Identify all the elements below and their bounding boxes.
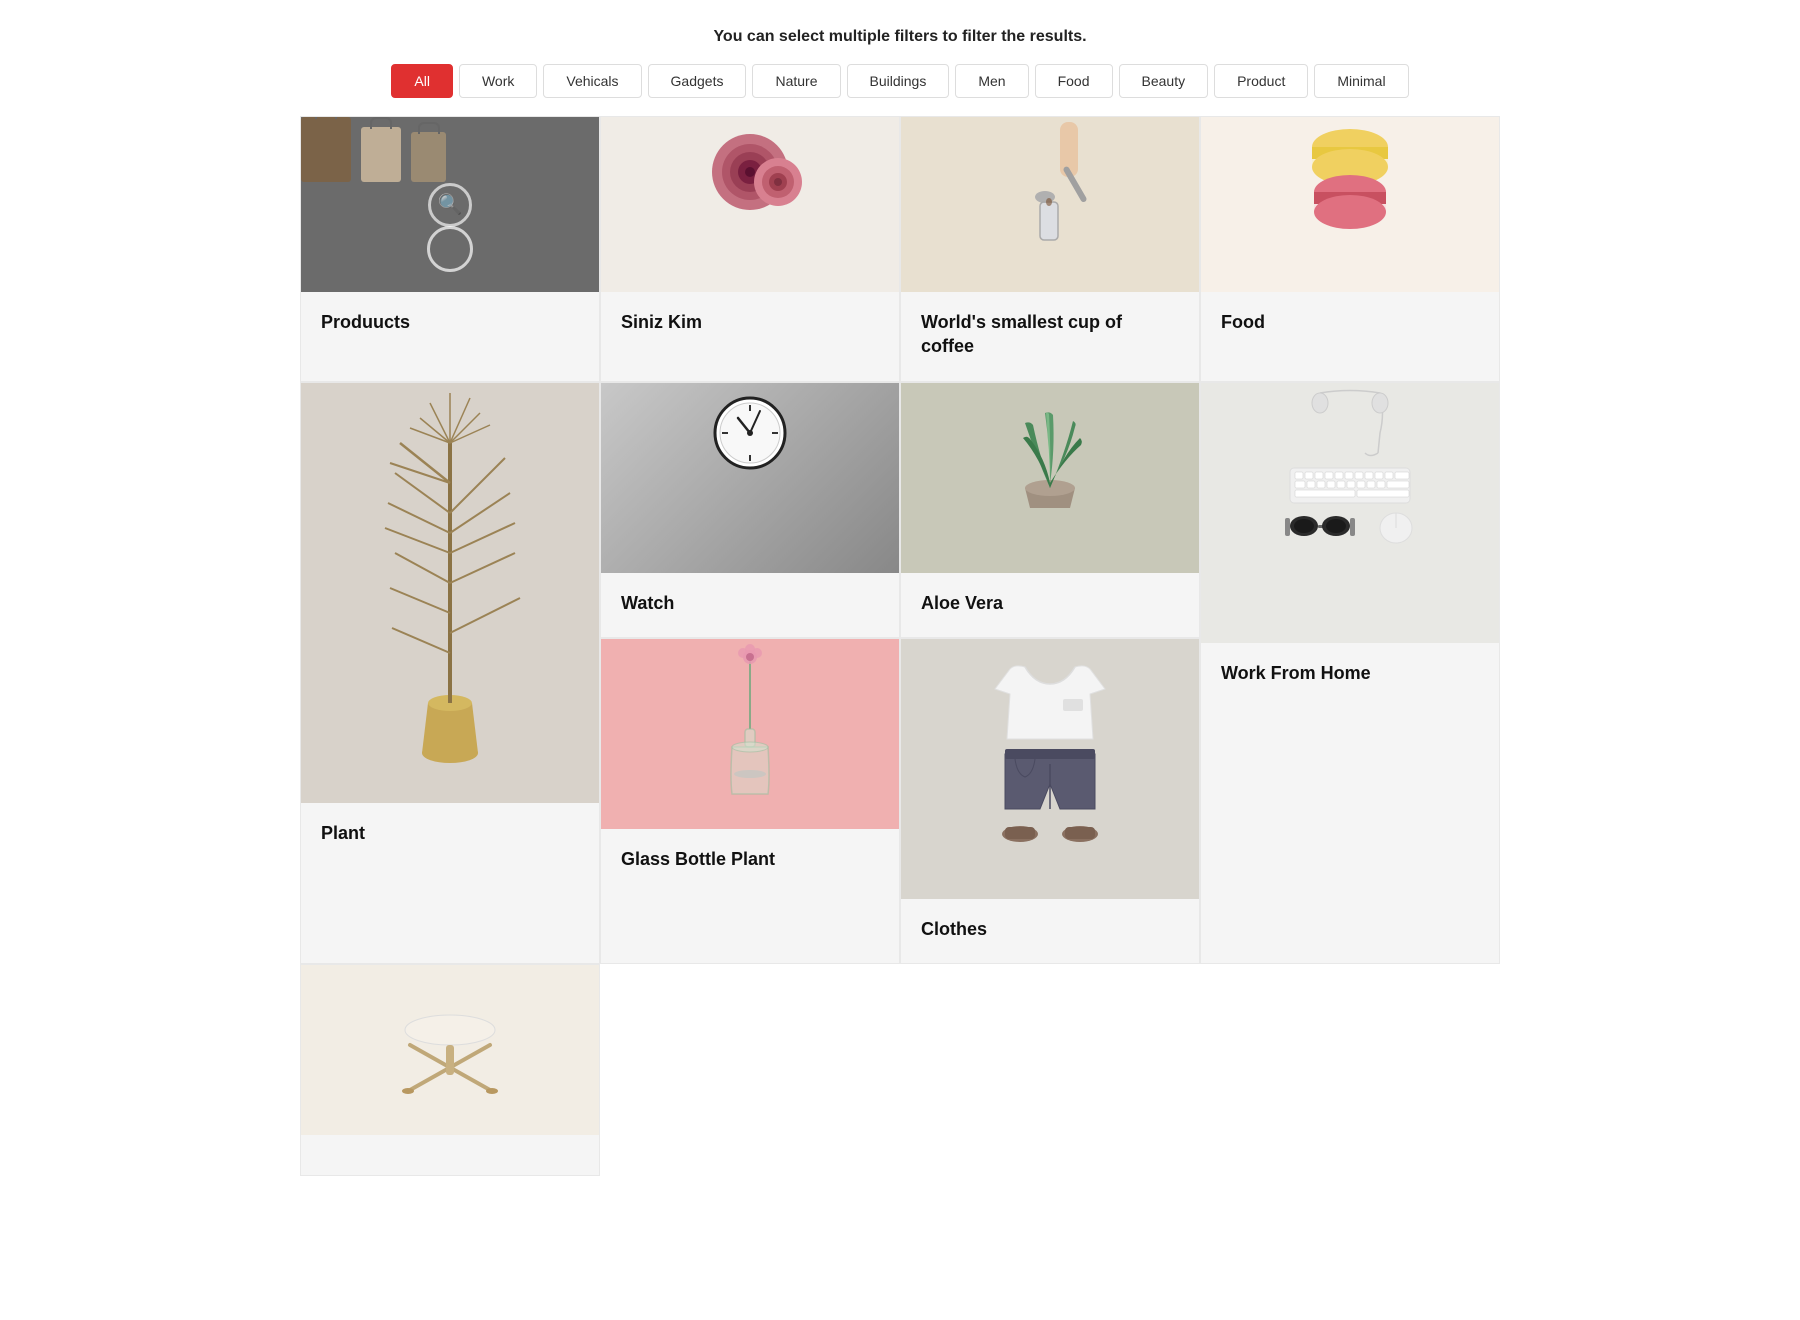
- plant-label: Plant: [301, 803, 599, 964]
- aloevera-title: Aloe Vera: [921, 593, 1003, 613]
- food-image: [1201, 117, 1499, 292]
- clothes-image: [901, 639, 1199, 899]
- coffee-title: World's smallest cup of coffee: [921, 312, 1122, 356]
- grid-item-food[interactable]: Food: [1200, 116, 1500, 382]
- products-label: Produucts: [301, 292, 599, 381]
- filter-btn-work[interactable]: Work: [459, 64, 537, 98]
- filter-btn-minimal[interactable]: Minimal: [1314, 64, 1408, 98]
- wfh-label: Work From Home: [1201, 643, 1499, 964]
- grid-item-glass-bottle[interactable]: Glass Bottle Plant: [600, 638, 900, 964]
- filter-btn-food[interactable]: Food: [1035, 64, 1113, 98]
- food-title: Food: [1221, 312, 1265, 332]
- filter-btn-product[interactable]: Product: [1214, 64, 1308, 98]
- filter-btn-all[interactable]: All: [391, 64, 453, 98]
- clothes-label: Clothes: [901, 899, 1199, 963]
- grid-item-siniz[interactable]: Siniz Kim: [600, 116, 900, 382]
- coffee-image: [901, 117, 1199, 292]
- grid-item-wfh[interactable]: Work From Home: [1200, 382, 1500, 965]
- aloevera-image: [901, 383, 1199, 573]
- filter-bar: All Work Vehicals Gadgets Nature Buildin…: [0, 64, 1800, 116]
- filter-btn-gadgets[interactable]: Gadgets: [648, 64, 747, 98]
- glass-bottle-label: Glass Bottle Plant: [601, 829, 899, 963]
- chair-label: [301, 1135, 599, 1175]
- chair-image: [301, 965, 599, 1135]
- wfh-title: Work From Home: [1221, 663, 1371, 683]
- filter-btn-buildings[interactable]: Buildings: [847, 64, 950, 98]
- products-image: 🔍: [301, 117, 599, 292]
- clothes-title: Clothes: [921, 919, 987, 939]
- grid-item-products[interactable]: 🔍 Produucts: [300, 116, 600, 382]
- filter-btn-men[interactable]: Men: [955, 64, 1028, 98]
- grid-item-aloevera[interactable]: Aloe Vera: [900, 382, 1200, 638]
- watch-title: Watch: [621, 593, 674, 613]
- glass-bottle-image: [601, 639, 899, 829]
- page-instruction: You can select multiple filters to filte…: [0, 0, 1800, 64]
- filter-btn-nature[interactable]: Nature: [752, 64, 840, 98]
- watch-image: [601, 383, 899, 573]
- filter-btn-vehicals[interactable]: Vehicals: [543, 64, 641, 98]
- siniz-title: Siniz Kim: [621, 312, 702, 332]
- aloevera-label: Aloe Vera: [901, 573, 1199, 637]
- siniz-image: [601, 117, 899, 292]
- photo-grid: 🔍 Produucts: [300, 116, 1500, 1176]
- filter-btn-beauty[interactable]: Beauty: [1119, 64, 1209, 98]
- products-title: Produucts: [321, 312, 410, 332]
- glass-bottle-title: Glass Bottle Plant: [621, 849, 775, 869]
- grid-item-clothes[interactable]: Clothes: [900, 638, 1200, 964]
- grid-item-coffee[interactable]: World's smallest cup of coffee: [900, 116, 1200, 382]
- grid-item-plant[interactable]: Plant: [300, 382, 600, 965]
- plant-title: Plant: [321, 823, 365, 843]
- coffee-label: World's smallest cup of coffee: [901, 292, 1199, 381]
- food-label: Food: [1201, 292, 1499, 381]
- grid-item-chair[interactable]: [300, 964, 600, 1176]
- wfh-image: [1201, 383, 1499, 643]
- siniz-label: Siniz Kim: [601, 292, 899, 381]
- grid-item-watch[interactable]: Watch: [600, 382, 900, 638]
- plant-image: [301, 383, 599, 803]
- watch-label: Watch: [601, 573, 899, 637]
